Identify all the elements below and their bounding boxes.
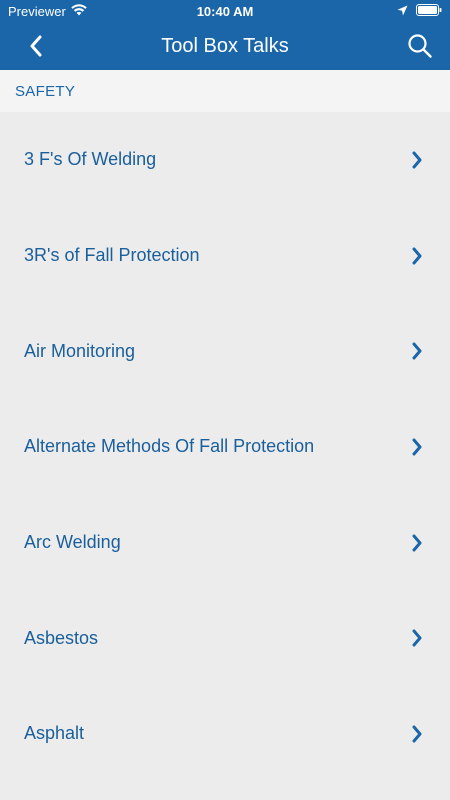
list-item[interactable]: Asphalt <box>0 686 450 782</box>
chevron-right-icon <box>410 247 424 265</box>
talks-list: 3 F's Of Welding 3R's of Fall Protection… <box>0 112 450 782</box>
section-title: SAFETY <box>15 82 76 100</box>
chevron-right-icon <box>410 534 424 552</box>
section-header: SAFETY <box>0 70 450 112</box>
carrier-label: Previewer <box>8 3 66 19</box>
page-title: Tool Box Talks <box>161 34 289 57</box>
chevron-right-icon <box>410 438 424 456</box>
location-arrow-icon <box>397 4 408 19</box>
search-button[interactable] <box>404 30 436 62</box>
chevron-right-icon <box>410 629 424 647</box>
chevron-right-icon <box>410 725 424 743</box>
list-item[interactable]: Arc Welding <box>0 495 450 591</box>
chevron-right-icon <box>410 151 424 169</box>
chevron-right-icon <box>410 342 424 360</box>
wifi-icon <box>71 3 87 19</box>
status-bar: Previewer 10:40 AM <box>0 0 450 22</box>
list-item-label: Alternate Methods Of Fall Protection <box>24 436 315 457</box>
list-item-label: 3R's of Fall Protection <box>24 245 200 266</box>
list-item[interactable]: Air Monitoring <box>0 303 450 399</box>
list-item-label: Arc Welding <box>24 532 121 553</box>
list-item-label: Asbestos <box>24 627 99 648</box>
search-icon <box>408 34 432 58</box>
battery-icon <box>416 3 442 19</box>
list-item[interactable]: 3R's of Fall Protection <box>0 208 450 304</box>
back-button[interactable] <box>20 30 52 62</box>
nav-bar: Tool Box Talks <box>0 22 450 70</box>
list-item-label: Air Monitoring <box>24 340 136 361</box>
list-item[interactable]: Asbestos <box>0 590 450 686</box>
list-item-label: Asphalt <box>24 723 85 744</box>
status-bar-left: Previewer <box>8 4 87 19</box>
list-item[interactable]: 3 F's Of Welding <box>0 112 450 208</box>
list-item-label: 3 F's Of Welding <box>24 149 157 170</box>
status-bar-right <box>397 3 442 19</box>
chevron-left-icon <box>30 35 42 57</box>
list-item[interactable]: Alternate Methods Of Fall Protection <box>0 399 450 495</box>
